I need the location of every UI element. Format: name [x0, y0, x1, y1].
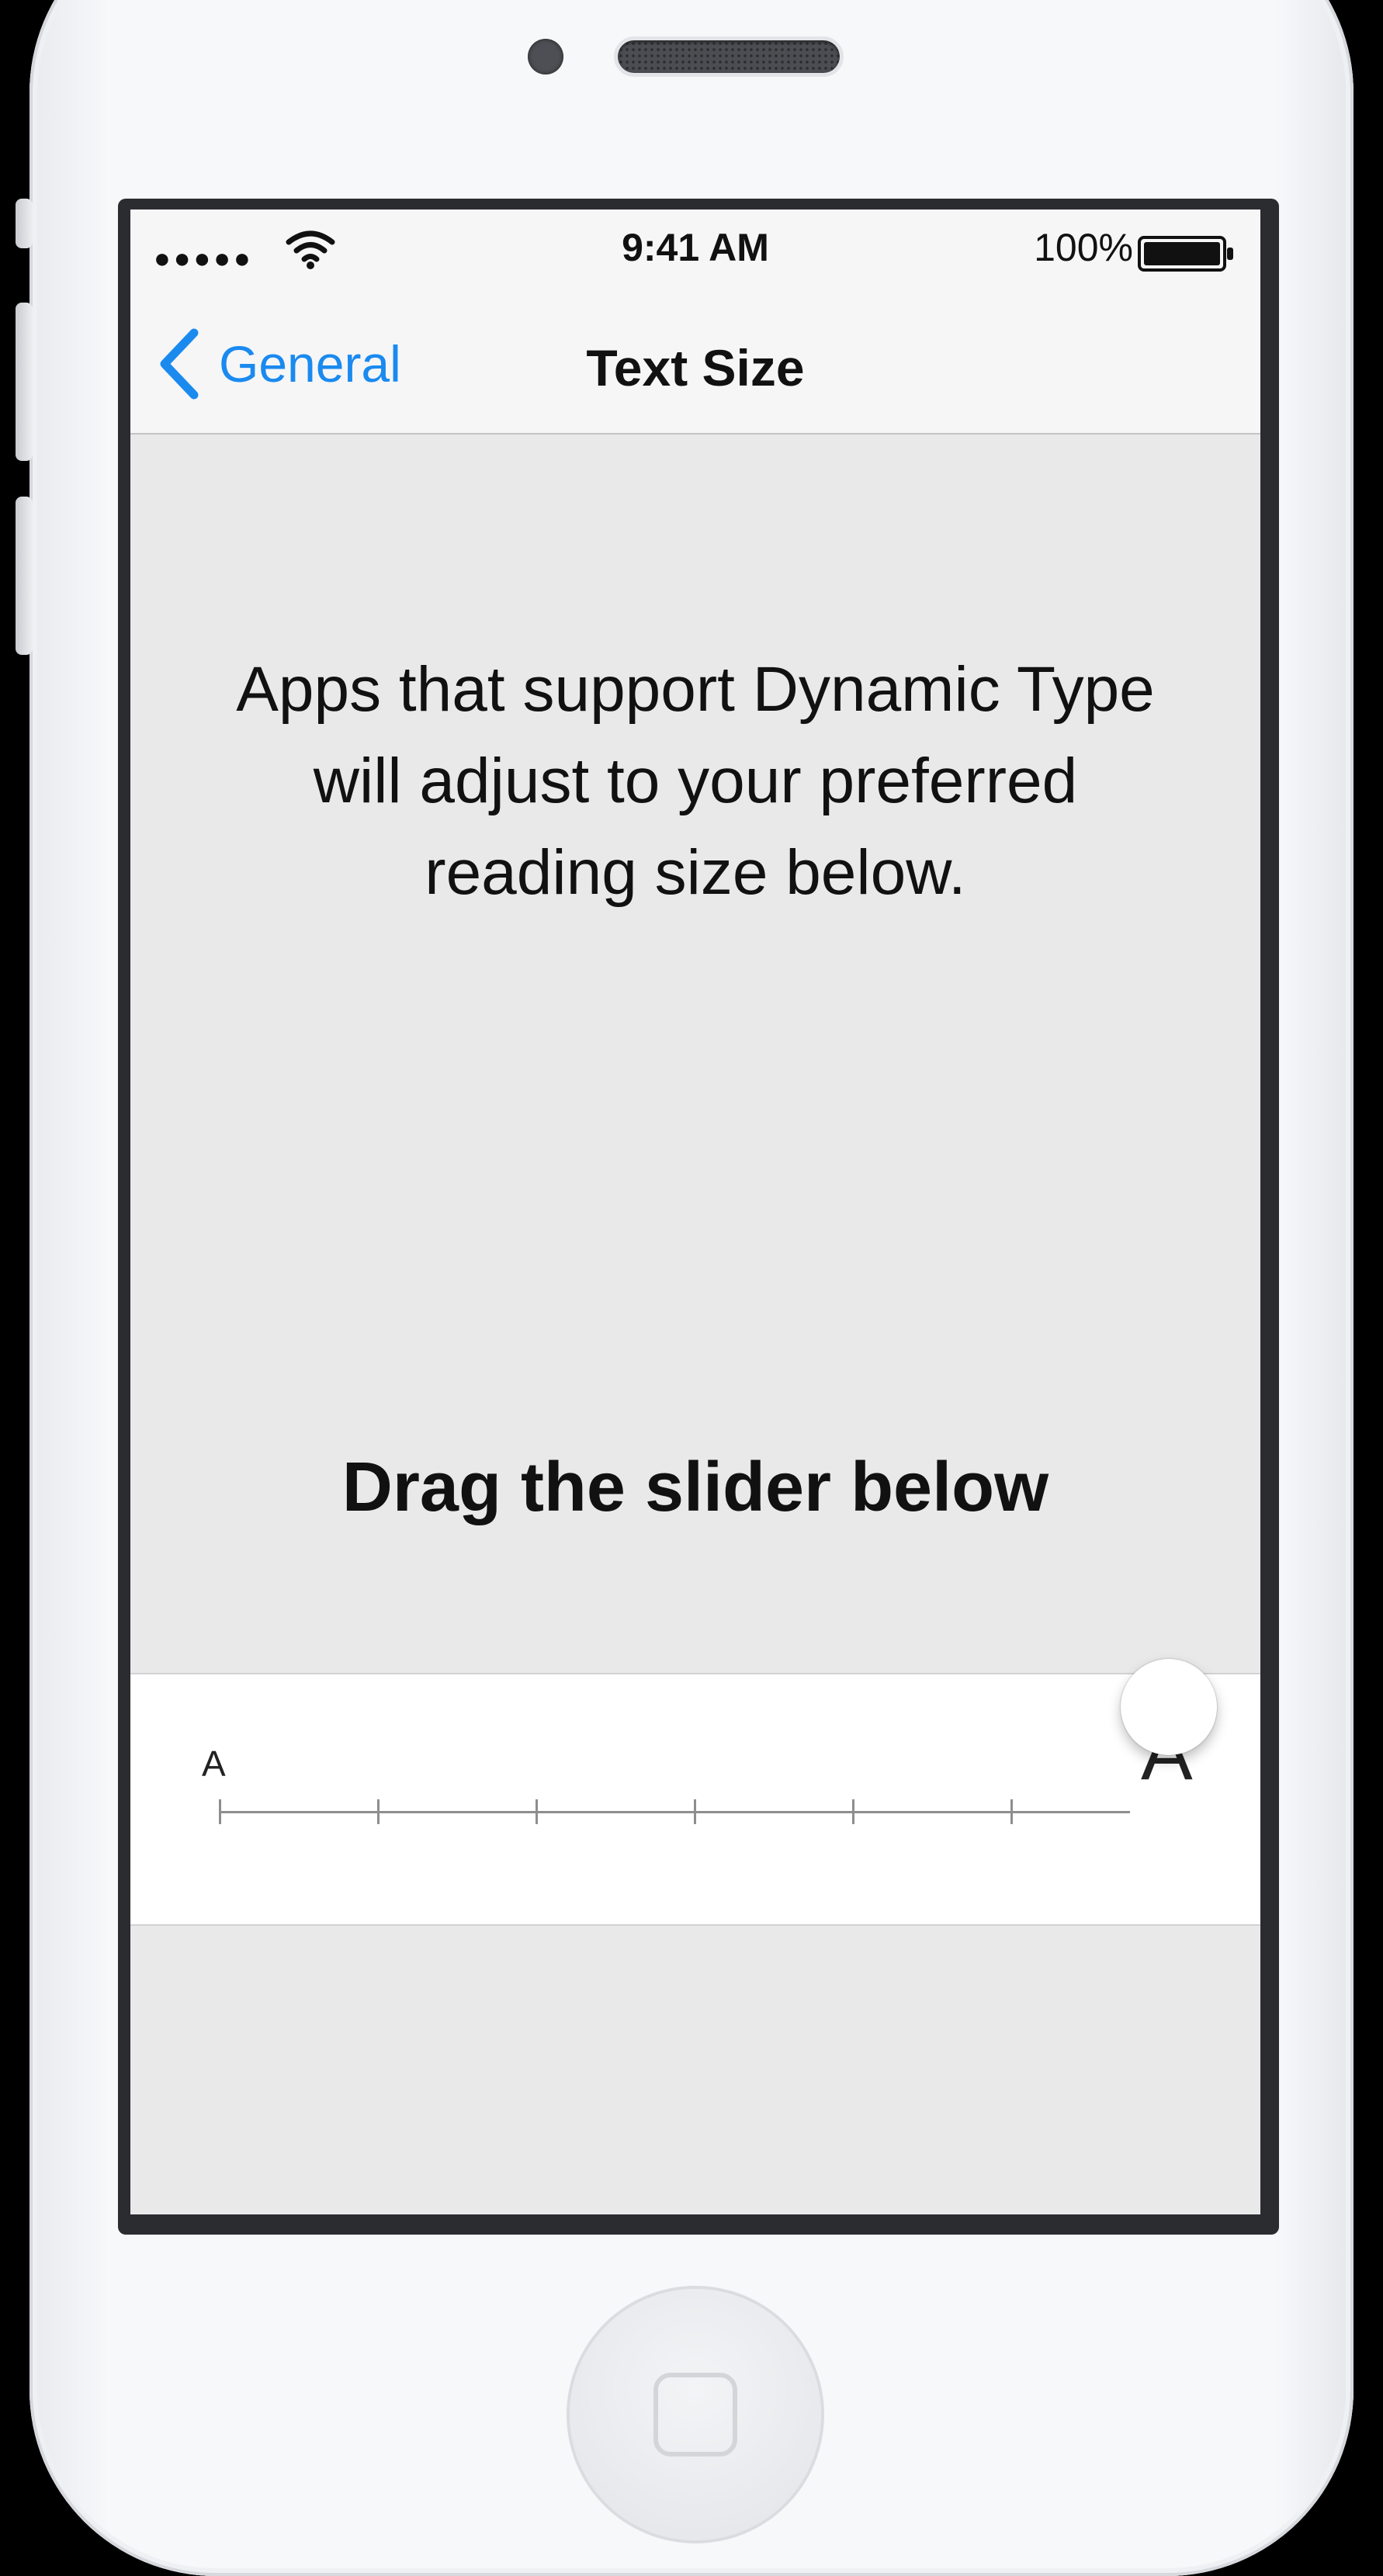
- slider-line: [219, 1811, 1130, 1813]
- dynamic-type-description: Apps that support Dynamic Type will adju…: [236, 654, 1155, 908]
- text-size-slider-thumb[interactable]: [1121, 1659, 1217, 1755]
- page-title: Text Size: [586, 339, 805, 396]
- status-bar: ●●●●● 9:41 AM 100%: [130, 209, 1260, 295]
- earpiece-speaker: [618, 40, 840, 73]
- home-square-icon: [653, 2373, 737, 2457]
- slider-tick: [536, 1799, 538, 1824]
- text-size-slider-panel: A A: [130, 1673, 1260, 1926]
- front-camera: [528, 39, 563, 74]
- slider-tick: [1010, 1799, 1013, 1824]
- mute-switch: [16, 199, 33, 248]
- volume-down-button: [16, 497, 33, 655]
- volume-up-button: [16, 303, 33, 461]
- drag-slider-hint: Drag the slider below: [341, 1449, 1049, 1526]
- slider-tick: [852, 1799, 854, 1824]
- navigation-bar: General Text Size: [130, 295, 1260, 435]
- home-button[interactable]: [570, 2289, 821, 2540]
- battery-percentage: 100%: [1034, 226, 1133, 269]
- battery-icon: [1138, 236, 1233, 272]
- slider-tick: [219, 1799, 221, 1824]
- slider-tick: [377, 1799, 380, 1824]
- text-size-slider-track[interactable]: [219, 1780, 1173, 1842]
- slider-tick: [694, 1799, 696, 1824]
- screen: ●●●●● 9:41 AM 100% General Text Size App…: [130, 209, 1260, 2214]
- slider-min-label: A: [202, 1743, 226, 1784]
